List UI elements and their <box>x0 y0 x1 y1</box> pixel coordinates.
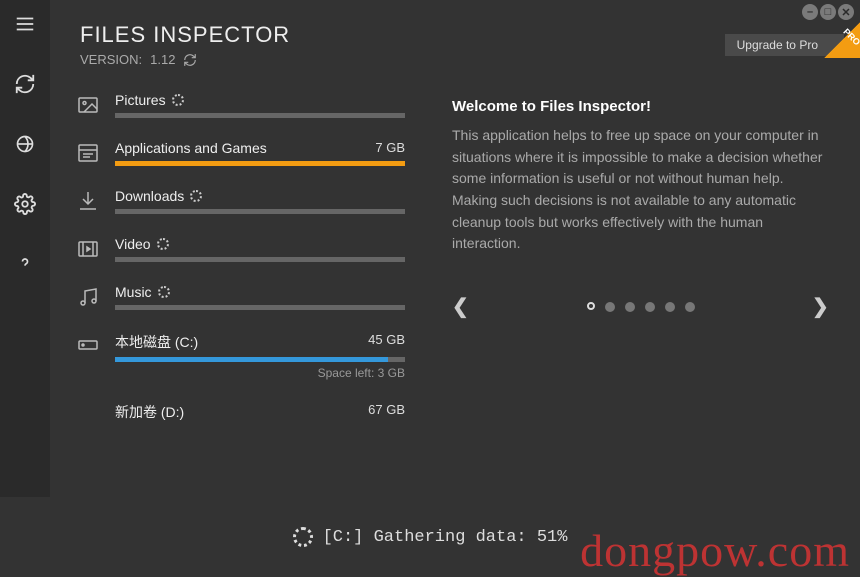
progress-bar <box>115 257 405 262</box>
progress-bar <box>115 161 405 166</box>
minimize-button[interactable]: – <box>802 4 818 20</box>
app-title: FILES INSPECTOR <box>80 22 290 48</box>
category-label: Pictures <box>115 92 166 108</box>
category-size: 67 GB <box>368 402 405 422</box>
category-label: Applications and Games <box>115 140 267 156</box>
category-video[interactable]: Video <box>75 236 405 262</box>
category-applications[interactable]: Applications and Games 7 GB <box>75 140 405 166</box>
loading-icon <box>293 527 313 547</box>
carousel-dot[interactable] <box>625 302 635 312</box>
video-icon <box>75 236 101 262</box>
category-downloads[interactable]: Downloads <box>75 188 405 214</box>
status-bar: [C:] Gathering data: 51% <box>0 497 860 577</box>
carousel-dot[interactable] <box>665 302 675 312</box>
carousel: ❮ ❯ <box>452 294 830 319</box>
carousel-prev-icon[interactable]: ❮ <box>452 294 470 319</box>
music-icon <box>75 284 101 310</box>
globe-icon[interactable] <box>9 128 41 160</box>
welcome-body: This application helps to free up space … <box>452 125 832 255</box>
category-size: 45 GB <box>368 332 405 352</box>
carousel-dot[interactable] <box>587 302 595 310</box>
category-size: 7 GB <box>375 140 405 156</box>
loading-icon <box>190 190 202 202</box>
carousel-dot[interactable] <box>605 302 615 312</box>
category-pictures[interactable]: Pictures <box>75 92 405 118</box>
help-icon[interactable] <box>9 248 41 280</box>
progress-bar <box>115 357 405 362</box>
space-left-label: Space left: 3 GB <box>115 366 405 380</box>
loading-icon <box>172 94 184 106</box>
category-label: Music <box>115 284 152 300</box>
category-drive-d[interactable]: 新加卷 (D:) 67 GB <box>75 402 405 428</box>
category-label: 新加卷 (D:) <box>115 402 184 422</box>
pictures-icon <box>75 92 101 118</box>
maximize-button[interactable]: □ <box>820 4 836 20</box>
category-label: Video <box>115 236 151 252</box>
categories-list: Pictures Applications and Games 7 GB Down… <box>75 92 405 450</box>
carousel-next-icon[interactable]: ❯ <box>812 294 830 319</box>
header: FILES INSPECTOR VERSION: 1.12 <box>80 22 290 67</box>
drive-icon <box>75 332 101 358</box>
drive-icon <box>75 402 101 428</box>
status-text: [C:] Gathering data: 51% <box>323 528 568 547</box>
version-prefix: VERSION: <box>80 52 142 67</box>
loading-icon <box>158 286 170 298</box>
gear-icon[interactable] <box>9 188 41 220</box>
loading-icon <box>157 238 169 250</box>
menu-icon[interactable] <box>9 8 41 40</box>
downloads-icon <box>75 188 101 214</box>
category-label: Downloads <box>115 188 184 204</box>
category-drive-c[interactable]: 本地磁盘 (C:) 45 GB Space left: 3 GB <box>75 332 405 380</box>
carousel-dot[interactable] <box>685 302 695 312</box>
welcome-title: Welcome to Files Inspector! <box>452 98 832 115</box>
carousel-dots <box>587 302 695 312</box>
sidebar <box>0 0 50 577</box>
version-line: VERSION: 1.12 <box>80 52 290 67</box>
progress-bar <box>115 113 405 118</box>
progress-bar <box>115 305 405 310</box>
carousel-dot[interactable] <box>645 302 655 312</box>
welcome-panel: Welcome to Files Inspector! This applica… <box>452 98 832 255</box>
refresh-icon[interactable] <box>9 68 41 100</box>
applications-icon <box>75 140 101 166</box>
category-music[interactable]: Music <box>75 284 405 310</box>
refresh-small-icon[interactable] <box>183 53 197 67</box>
progress-bar <box>115 209 405 214</box>
category-label: 本地磁盘 (C:) <box>115 332 198 352</box>
window-controls: – □ ✕ <box>802 4 854 20</box>
pro-ribbon: PRO <box>824 22 860 58</box>
version-number: 1.12 <box>150 52 175 67</box>
close-button[interactable]: ✕ <box>838 4 854 20</box>
